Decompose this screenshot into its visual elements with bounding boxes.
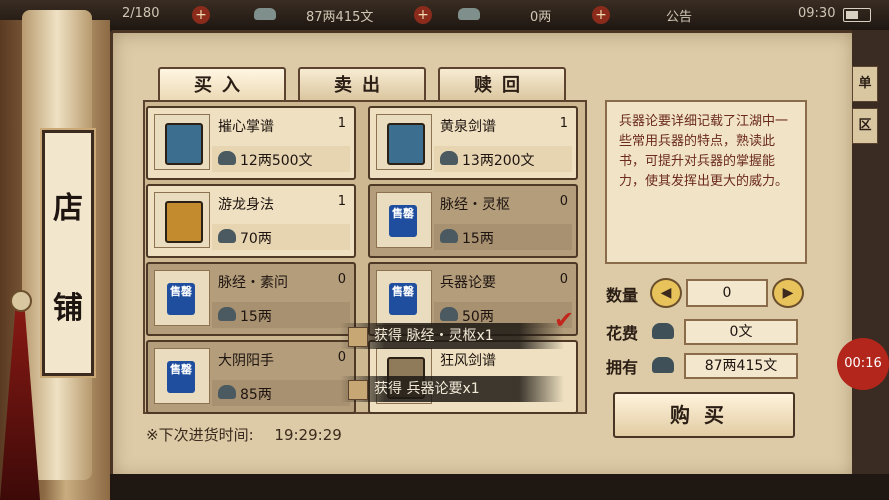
item-thumb: 售罄 (376, 270, 432, 326)
owned-label: 拥有 (606, 358, 639, 377)
checkmark-icon: ✔ (554, 306, 575, 334)
shop-title-char: 铺 (53, 291, 83, 326)
price-bar: 12两500文 (212, 146, 350, 172)
item-thumb: 售罄 (154, 348, 210, 404)
item-name: 脉经・素问 (218, 275, 288, 291)
price-bar: 85两 (212, 380, 350, 406)
item-qty: 1 (559, 116, 568, 131)
item-price: 70两 (240, 231, 272, 247)
item-slot[interactable]: 售罄 大阴阳手 0 85两 (146, 340, 356, 414)
item-price: 12两500文 (240, 153, 313, 169)
item-qty: 0 (337, 350, 346, 365)
clock-text: 09:30 (798, 6, 836, 21)
scroll-icon (348, 380, 368, 400)
increase-quantity-button[interactable]: ▶ (772, 278, 804, 308)
add-count-button[interactable]: + (192, 6, 210, 24)
shop-title-char: 店 (53, 191, 83, 226)
silver-icon (652, 357, 674, 373)
price-bar: 15两 (434, 224, 572, 250)
owned-value: 87两415文 (684, 353, 798, 379)
item-name: 大阴阳手 (218, 353, 274, 369)
gold-icon (458, 8, 480, 20)
restock-time: 19:29:29 (274, 426, 342, 444)
item-name: 脉经・灵枢 (440, 197, 510, 213)
recording-timer[interactable]: 00:16 (837, 338, 889, 390)
side-tab[interactable]: 区 (852, 108, 878, 144)
item-name: 摧心掌谱 (218, 119, 274, 135)
gold-book-icon (165, 201, 203, 243)
restock-label: ※下次进货时间: (146, 426, 254, 444)
item-price: 85两 (240, 387, 272, 403)
item-price: 15两 (462, 231, 494, 247)
cost-label: 花费 (606, 324, 639, 343)
item-price: 15两 (240, 309, 272, 325)
item-name: 兵器论要 (440, 275, 496, 291)
item-qty: 0 (559, 272, 568, 287)
add-money-button[interactable]: + (414, 6, 432, 24)
item-slot[interactable]: 黄泉剑谱 1 13两200文 (368, 106, 578, 180)
blue-book-icon (165, 123, 203, 165)
ingot-text: 0两 (530, 10, 552, 25)
toast-text: 获得 脉经・灵枢x1 (374, 328, 494, 344)
price-bar: 15两 (212, 302, 350, 328)
item-qty: 0 (337, 272, 346, 287)
reward-toast: 获得 兵器论要x1 (340, 376, 564, 402)
item-thumb (154, 192, 210, 248)
silver-icon (440, 151, 458, 165)
scroll-knob (10, 290, 32, 312)
money-text: 87两415文 (306, 10, 374, 25)
silver-icon (440, 229, 458, 243)
item-slot[interactable]: 售罄 脉经・素问 0 15两 (146, 262, 356, 336)
bottom-bar (110, 474, 889, 500)
item-slot[interactable]: 售罄 脉经・灵枢 0 15两 (368, 184, 578, 258)
count-text: 2/180 (122, 6, 160, 21)
silver-icon (218, 385, 236, 399)
book-icon (348, 327, 368, 347)
item-thumb: 售罄 (376, 192, 432, 248)
item-name: 游龙身法 (218, 197, 274, 213)
quantity-label: 数量 (606, 286, 639, 305)
item-qty: 1 (337, 194, 346, 209)
silver-icon (652, 323, 674, 339)
side-tab[interactable]: 单 (852, 66, 878, 102)
silver-icon (218, 229, 236, 243)
sold-out-stamp-icon: 售罄 (167, 361, 195, 393)
quantity-field[interactable]: 0 (686, 279, 768, 307)
sold-out-stamp-icon: 售罄 (389, 205, 417, 237)
item-thumb (154, 114, 210, 170)
item-slot[interactable]: 摧心掌谱 1 12两500文 (146, 106, 356, 180)
item-thumb: 售罄 (154, 270, 210, 326)
decrease-quantity-button[interactable]: ◀ (650, 278, 682, 308)
toast-text: 获得 兵器论要x1 (374, 381, 480, 397)
silver-icon (254, 8, 276, 20)
shop-title-plate: 店 铺 (42, 130, 94, 376)
blue-book-icon (387, 123, 425, 165)
item-description: 兵器论要详细记载了江湖中一些常用兵器的特点，熟读此书，可提升对兵器的掌握能力，使… (605, 100, 807, 264)
cost-value: 0文 (684, 319, 798, 345)
item-slot[interactable]: 游龙身法 1 70两 (146, 184, 356, 258)
price-bar: 13两200文 (434, 146, 572, 172)
battery-icon (843, 8, 871, 22)
silver-icon (218, 307, 236, 321)
item-price: 13两200文 (462, 153, 535, 169)
sold-out-stamp-icon: 售罄 (389, 283, 417, 315)
item-qty: 0 (559, 194, 568, 209)
notice-button[interactable]: 公告 (666, 6, 692, 25)
restock-timer: ※下次进货时间: 19:29:29 (146, 424, 342, 445)
sold-out-stamp-icon: 售罄 (167, 283, 195, 315)
item-thumb (376, 114, 432, 170)
item-qty: 1 (337, 116, 346, 131)
price-bar: 70两 (212, 224, 350, 250)
silver-icon (218, 151, 236, 165)
add-ingot-button[interactable]: + (592, 6, 610, 24)
item-name: 黄泉剑谱 (440, 119, 496, 135)
top-status-bar: 2/180 + 87两415文 + 0两 + 公告 09:30 (0, 0, 889, 30)
reward-toast: 获得 脉经・灵枢x1 (340, 323, 564, 349)
silver-icon (440, 307, 458, 321)
buy-button[interactable]: 购买 (613, 392, 795, 438)
item-name: 狂风剑谱 (440, 353, 496, 369)
